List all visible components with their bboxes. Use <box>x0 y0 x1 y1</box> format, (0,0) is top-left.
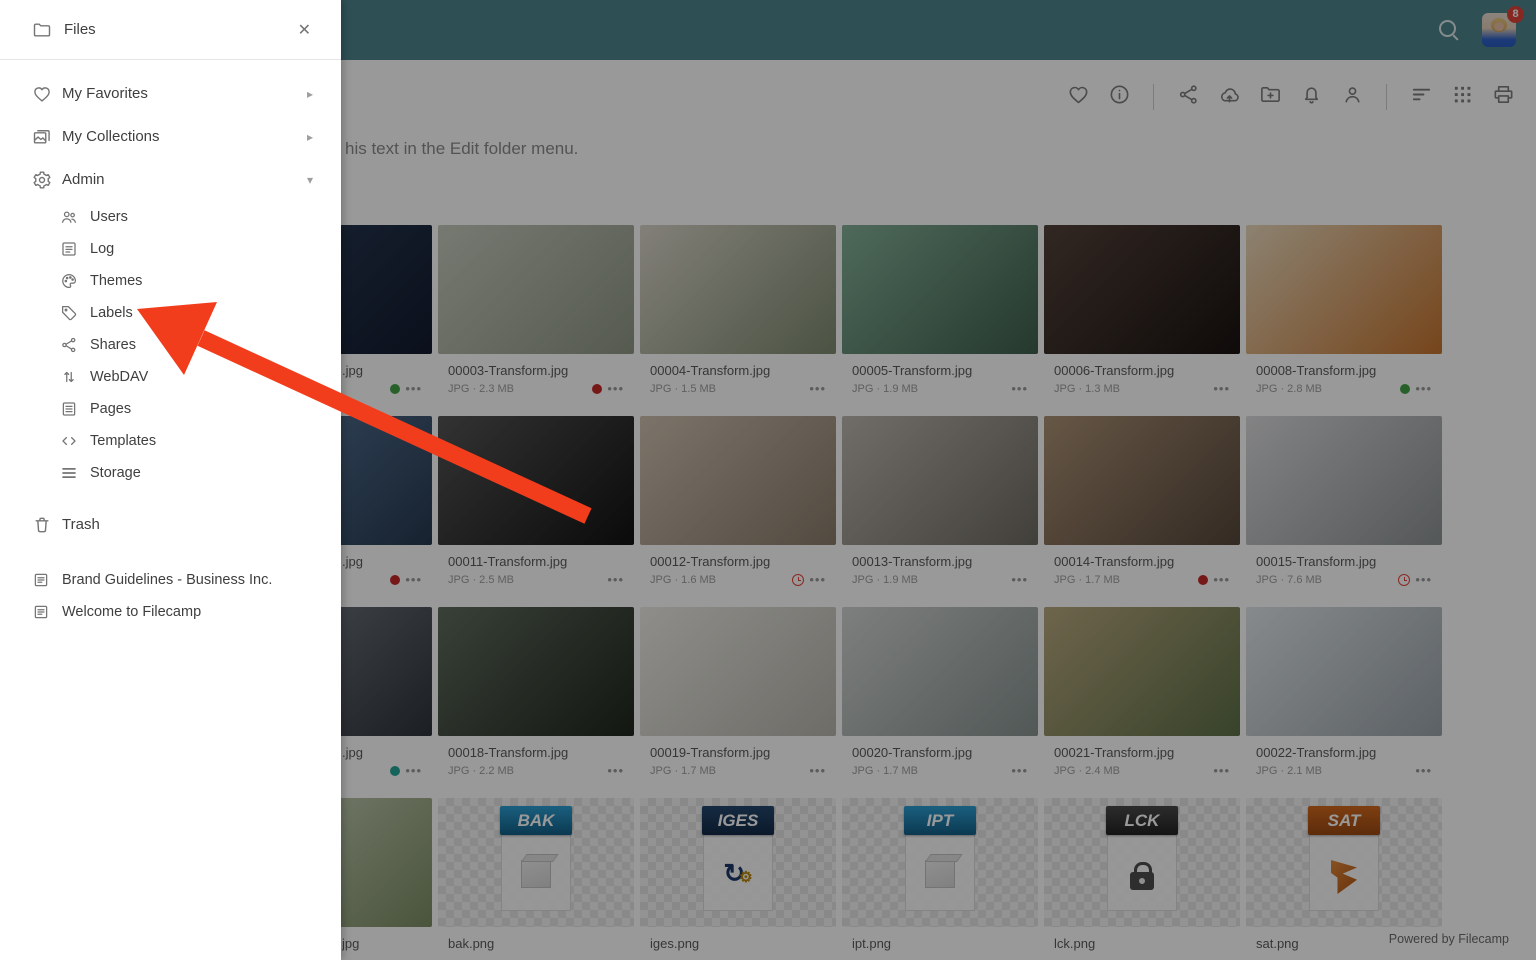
pages-icon <box>60 400 78 418</box>
chevron-right-icon[interactable]: ▸ <box>307 130 313 144</box>
log-icon <box>60 240 78 258</box>
templates-icon <box>60 432 78 450</box>
chevron-down-icon[interactable]: ▾ <box>307 173 313 187</box>
sidebar-item-label: Trash <box>62 516 313 533</box>
sidebar-doc-item[interactable]: Brand Guidelines - Business Inc. <box>0 564 341 596</box>
users-icon <box>60 208 78 226</box>
labels-icon <box>60 304 78 322</box>
doc-label: Welcome to Filecamp <box>62 604 201 620</box>
files-drawer: Files ✕ My Favorites▸My Collections▸Admi… <box>0 0 341 960</box>
doc-icon <box>32 571 50 589</box>
sidebar-item-labels[interactable]: Labels <box>0 297 341 329</box>
sidebar-item-label: My Favorites <box>62 85 307 102</box>
sidebar-item-label: Users <box>90 209 128 225</box>
doc-icon <box>32 603 50 621</box>
storage-icon <box>60 464 78 482</box>
heart-icon <box>32 84 52 104</box>
sidebar-item-label: Templates <box>90 433 156 449</box>
drawer-menu: My Favorites▸My Collections▸Admin▾UsersL… <box>0 60 341 628</box>
sidebar-item-templates[interactable]: Templates <box>0 425 341 457</box>
webdav-icon <box>60 368 78 386</box>
sidebar-item-label: Labels <box>90 305 133 321</box>
shares-icon <box>60 336 78 354</box>
sidebar-item-storage[interactable]: Storage <box>0 457 341 489</box>
sidebar-item-label: Storage <box>90 465 141 481</box>
sidebar-item-themes[interactable]: Themes <box>0 265 341 297</box>
trash-icon <box>32 515 52 535</box>
sidebar-item-label: Pages <box>90 401 131 417</box>
sidebar-item-my-collections[interactable]: My Collections▸ <box>0 115 341 158</box>
app: 8 his text in the Edit folder menu. .jpg… <box>0 0 1536 960</box>
drawer-title: Files <box>64 21 290 38</box>
sidebar-item-shares[interactable]: Shares <box>0 329 341 361</box>
sidebar-item-label: My Collections <box>62 128 307 145</box>
collections-icon <box>32 127 52 147</box>
sidebar-item-label: Admin <box>62 171 307 188</box>
sidebar-item-trash[interactable]: Trash <box>0 503 341 546</box>
sidebar-item-my-favorites[interactable]: My Favorites▸ <box>0 72 341 115</box>
sidebar-item-label: Themes <box>90 273 142 289</box>
drawer-header: Files ✕ <box>0 0 341 60</box>
sidebar-item-label: Log <box>90 241 114 257</box>
sidebar-item-label: WebDAV <box>90 369 148 385</box>
sidebar-doc-item[interactable]: Welcome to Filecamp <box>0 596 341 628</box>
sidebar-item-admin[interactable]: Admin▾ <box>0 158 341 201</box>
close-icon[interactable]: ✕ <box>290 16 319 44</box>
doc-label: Brand Guidelines - Business Inc. <box>62 572 272 588</box>
sidebar-item-pages[interactable]: Pages <box>0 393 341 425</box>
folder-icon <box>32 20 52 40</box>
gear-icon <box>32 170 52 190</box>
sidebar-item-webdav[interactable]: WebDAV <box>0 361 341 393</box>
sidebar-item-log[interactable]: Log <box>0 233 341 265</box>
chevron-right-icon[interactable]: ▸ <box>307 87 313 101</box>
sidebar-item-users[interactable]: Users <box>0 201 341 233</box>
themes-icon <box>60 272 78 290</box>
sidebar-item-label: Shares <box>90 337 136 353</box>
